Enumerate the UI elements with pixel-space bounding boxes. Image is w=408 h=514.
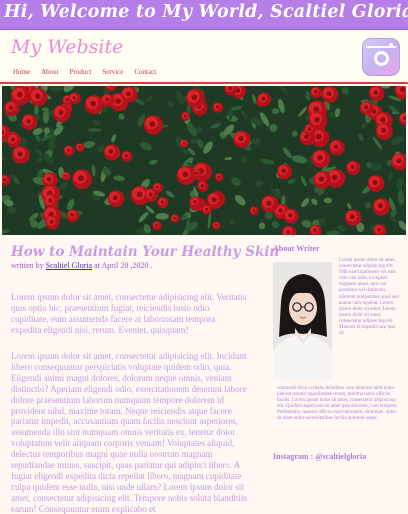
about-writer-heading: About Writer xyxy=(273,244,320,253)
welcome-greeting: Hi, Welcome to My World, Scaltiel Gloria xyxy=(4,2,408,22)
post-paragraph-2: Lorem ipsum dolor sit amet, consectetur … xyxy=(11,351,247,514)
nav-contact[interactable]: Contact xyxy=(134,68,156,76)
post-paragraph-1: Lorem ipsum dolor sit amet, consectetur … xyxy=(11,292,247,335)
byline-date: at April 20 ,2020 . xyxy=(92,261,153,270)
writer-photo xyxy=(273,262,332,380)
welcome-banner: Hi, Welcome to My World, Scaltiel Gloria xyxy=(0,0,408,30)
instagram-icon[interactable] xyxy=(362,38,400,76)
instagram-handle[interactable]: Instagram : @scaltielgloria xyxy=(273,452,366,461)
nav-home[interactable]: Home xyxy=(13,68,30,76)
site-title[interactable]: My Website xyxy=(11,36,123,58)
author-link[interactable]: Scaltiel Gloria xyxy=(46,261,92,270)
main-nav: Home About Product Service Contact xyxy=(13,68,156,76)
post-byline: written by Scaltiel Gloria at April 20 ,… xyxy=(11,261,152,270)
post-title: How to Maintain Your Healthy Skin xyxy=(11,244,280,260)
site-header: My Website Home About Product Service Co… xyxy=(0,30,408,84)
nav-service[interactable]: Service xyxy=(102,68,123,76)
about-writer-text-continued: commodi dicta veritatis doloribus cum do… xyxy=(277,386,398,422)
about-writer-text: Lorem ipsum dolor sit amet, consectetur … xyxy=(339,258,399,337)
nav-product[interactable]: Product xyxy=(70,68,92,76)
hero-image xyxy=(2,86,406,235)
nav-about[interactable]: About xyxy=(41,68,59,76)
byline-prefix: written by xyxy=(11,261,46,270)
